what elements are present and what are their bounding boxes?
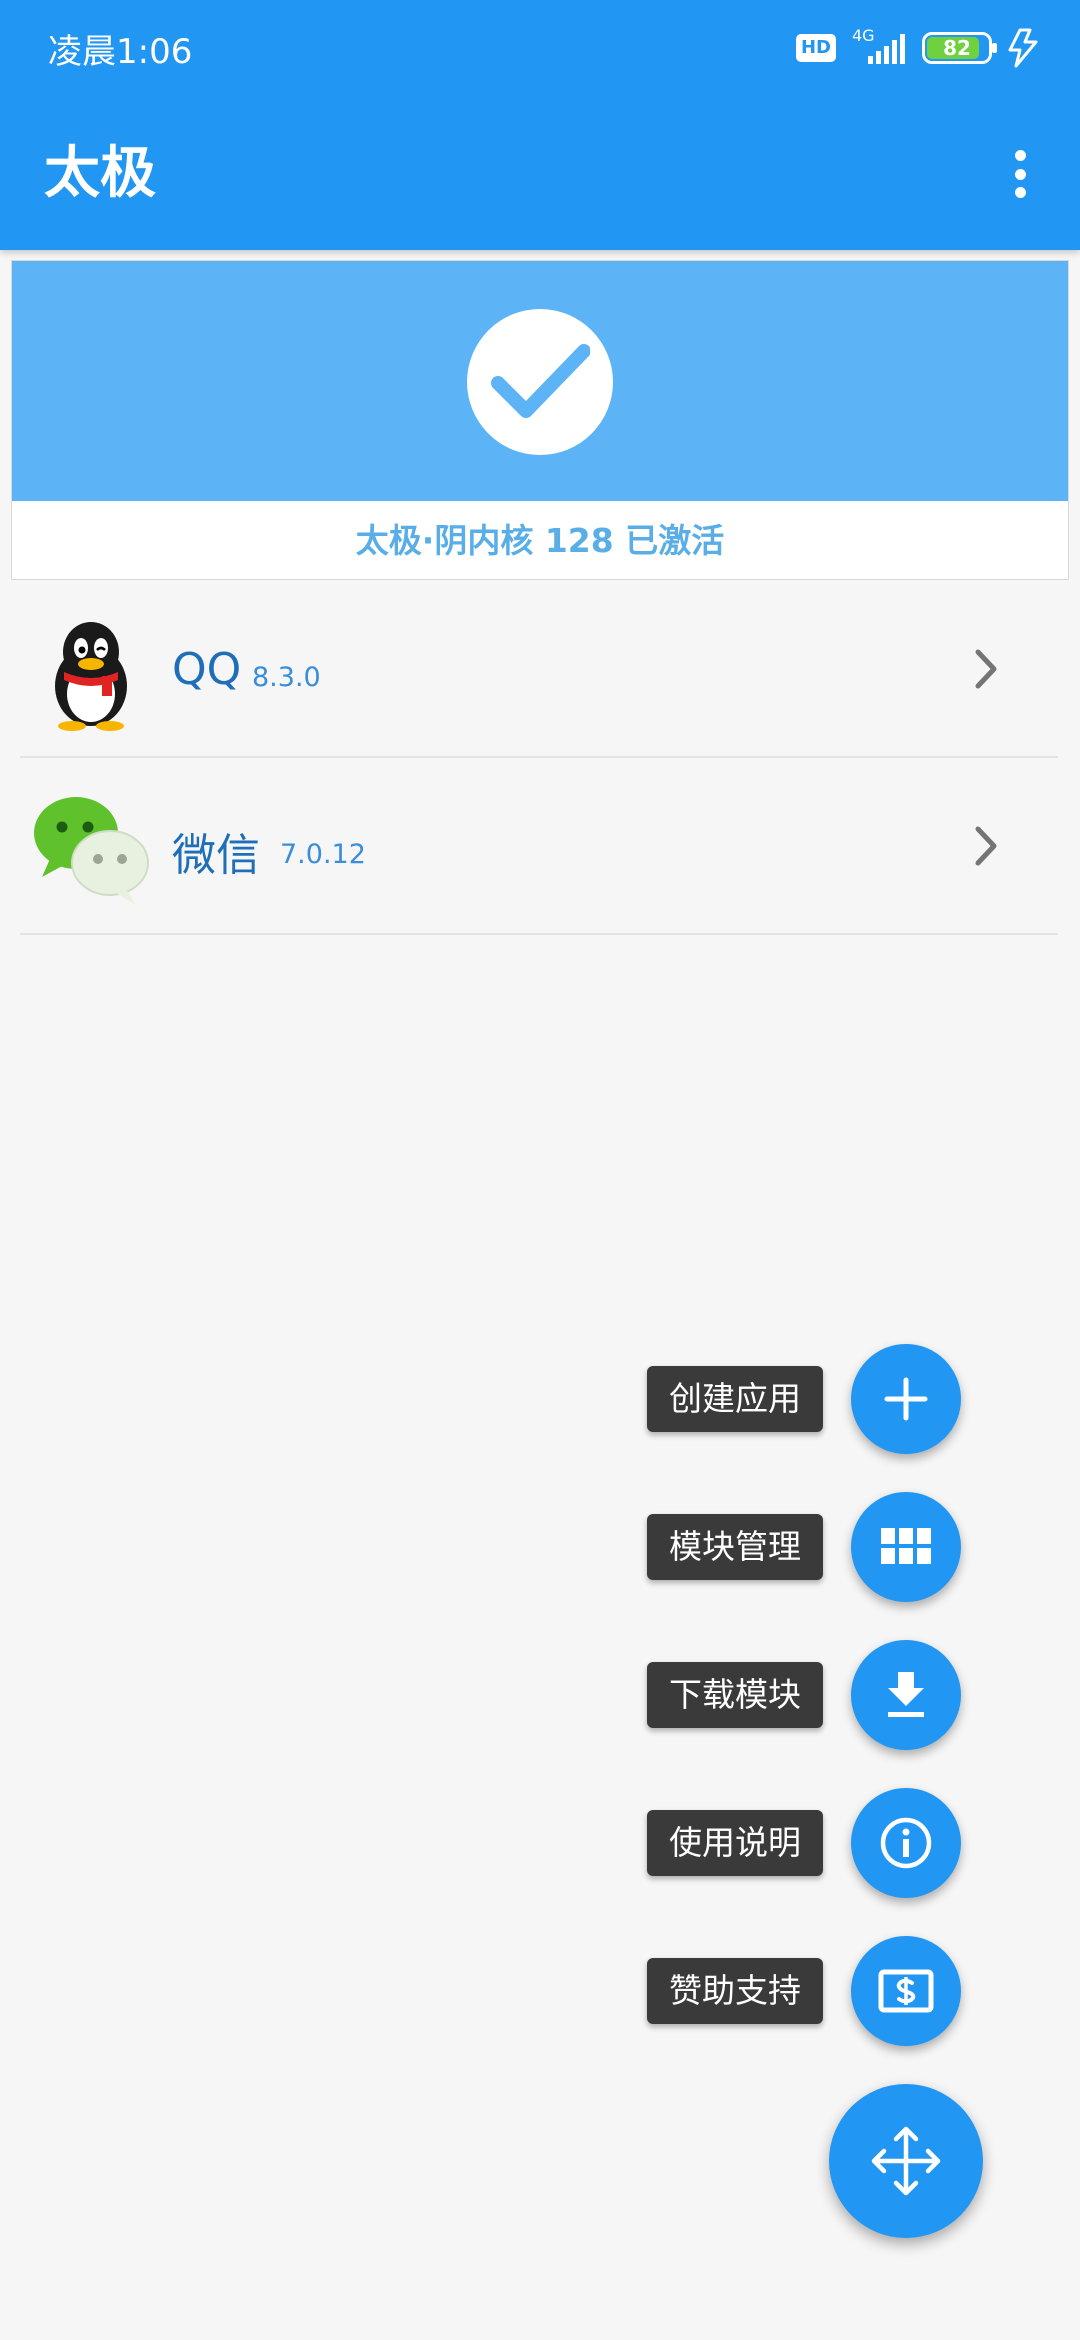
activation-banner — [12, 261, 1068, 501]
main-fab-button[interactable] — [829, 2084, 983, 2238]
app-version: 7.0.12 — [280, 839, 366, 870]
download-icon — [888, 1672, 924, 1717]
usage-guide-button[interactable] — [851, 1788, 961, 1898]
plus-icon — [884, 1377, 928, 1421]
download-module-button[interactable] — [851, 1640, 961, 1750]
chevron-right-icon — [975, 826, 997, 866]
app-list-item-qq[interactable]: QQ 8.3.0 — [20, 582, 1058, 758]
app-title: 太极 — [44, 141, 156, 206]
wechat-app-icon — [34, 797, 149, 905]
chevron-right-icon — [975, 649, 997, 689]
signal-icon: 4G — [850, 26, 908, 68]
create-app-button[interactable] — [851, 1344, 961, 1454]
fab-label-usage-guide[interactable]: 使用说明 — [647, 1810, 823, 1876]
move-arrows-icon — [871, 2126, 941, 2196]
qq-app-icon — [55, 622, 127, 731]
sponsor-support-button[interactable] — [851, 1936, 961, 2046]
fab-label-create-app[interactable]: 创建应用 — [647, 1366, 823, 1432]
info-icon — [880, 1817, 932, 1869]
status-time: 凌晨1:06 — [48, 32, 193, 72]
more-options-button[interactable] — [1000, 146, 1040, 202]
grid-icon — [881, 1528, 931, 1564]
check-icon — [467, 309, 613, 455]
app-list-item-wechat[interactable]: 微信 7.0.12 — [20, 759, 1058, 935]
module-management-button[interactable] — [851, 1492, 961, 1602]
hd-badge: HD — [795, 34, 836, 62]
fab-label-sponsor-support[interactable]: 赞助支持 — [647, 1958, 823, 2024]
app-version: 8.3.0 — [252, 662, 321, 693]
activation-card: 太极·阴内核 128 已激活 — [11, 260, 1069, 580]
status-indicators: HD 4G 82 — [795, 26, 1040, 70]
app-name: 微信 — [172, 830, 260, 881]
fab-label-module-management[interactable]: 模块管理 — [647, 1514, 823, 1580]
app-name: QQ — [172, 644, 242, 695]
app-bar: 凌晨1:06 HD 4G 82 太极 — [0, 0, 1080, 250]
fab-label-download-module[interactable]: 下载模块 — [647, 1662, 823, 1728]
battery-level: 82 — [943, 36, 971, 60]
activation-status-text: 太极·阴内核 128 已激活 — [355, 521, 725, 560]
charging-icon — [1008, 28, 1038, 68]
battery-icon: 82 — [922, 32, 997, 64]
dollar-icon — [878, 1969, 934, 2013]
